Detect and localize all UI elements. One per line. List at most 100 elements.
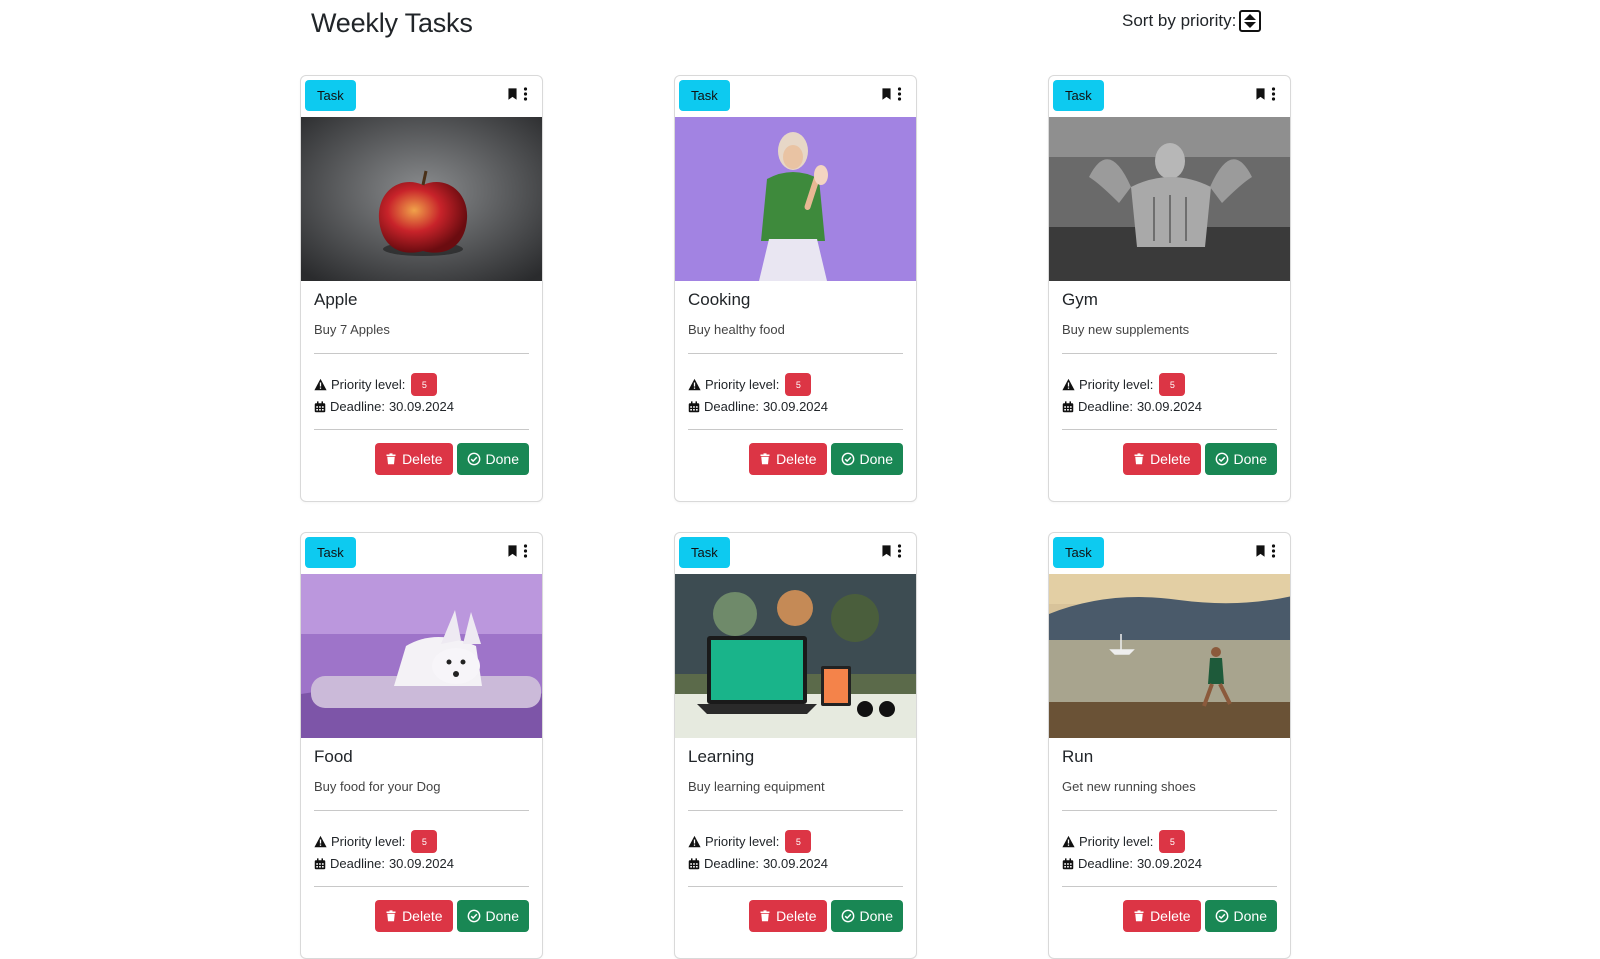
task-description: Buy healthy food [688, 322, 785, 337]
done-button[interactable]: Done [456, 443, 529, 475]
bookmark-icon[interactable] [1254, 86, 1267, 102]
task-card: Task Run Get new running shoes Priority … [1048, 532, 1291, 959]
divider [1062, 886, 1277, 887]
task-title: Gym [1062, 290, 1098, 309]
task-image [1049, 117, 1290, 281]
task-type-badge: Task [679, 80, 730, 111]
trash-icon [385, 909, 397, 923]
priority-badge[interactable]: 5 [1159, 373, 1186, 396]
calendar-icon [1062, 401, 1074, 413]
deadline-value: 30.09.2024 [388, 399, 455, 414]
delete-button[interactable]: Delete [1123, 443, 1201, 475]
task-card: Task Gym Buy new supplements Priority le… [1048, 75, 1291, 502]
deadline-value: 30.09.2024 [762, 856, 829, 871]
trash-icon [759, 909, 771, 923]
done-button[interactable]: Done [830, 900, 903, 932]
task-title: Learning [688, 747, 755, 766]
task-card: Task Learning Buy learning equipment Pri… [674, 532, 917, 959]
calendar-icon [688, 401, 700, 413]
divider [1062, 429, 1277, 430]
calendar-icon [314, 858, 326, 870]
priority-row: Priority level: 5 [1062, 373, 1186, 396]
task-title: Run [1062, 747, 1094, 766]
calendar-icon [314, 401, 326, 413]
priority-badge[interactable]: 5 [411, 373, 438, 396]
deadline-row: Deadline: 30.09.2024 [688, 399, 828, 414]
deadline-row: Deadline: 30.09.2024 [688, 856, 828, 871]
done-button[interactable]: Done [1204, 443, 1277, 475]
more-options-icon[interactable] [897, 86, 902, 102]
deadline-value: 30.09.2024 [388, 856, 455, 871]
priority-badge[interactable]: 5 [1159, 830, 1186, 853]
task-title: Food [314, 747, 353, 766]
trash-icon [385, 452, 397, 466]
delete-button[interactable]: Delete [375, 900, 453, 932]
bookmark-icon[interactable] [880, 86, 893, 102]
deadline-label: Deadline: [330, 856, 385, 871]
warning-icon [314, 378, 327, 391]
done-button[interactable]: Done [1204, 900, 1277, 932]
more-options-icon[interactable] [1271, 543, 1276, 559]
divider [314, 429, 529, 430]
bookmark-icon[interactable] [506, 543, 519, 559]
more-options-icon[interactable] [1271, 86, 1276, 102]
done-button[interactable]: Done [830, 443, 903, 475]
priority-badge[interactable]: 5 [785, 830, 812, 853]
task-description: Buy food for your Dog [314, 779, 441, 794]
divider [688, 810, 903, 811]
divider [314, 353, 529, 354]
priority-row: Priority level: 5 [314, 830, 438, 853]
done-label: Done [485, 451, 519, 467]
calendar-icon [688, 858, 700, 870]
card-actions [1254, 86, 1276, 102]
delete-button[interactable]: Delete [1123, 900, 1201, 932]
priority-label: Priority level: [1079, 834, 1154, 849]
check-circle-icon [467, 909, 481, 923]
delete-label: Delete [776, 908, 817, 924]
check-circle-icon [841, 909, 855, 923]
priority-label: Priority level: [705, 834, 780, 849]
done-button[interactable]: Done [456, 900, 529, 932]
sort-priority-button[interactable] [1239, 10, 1262, 32]
sort-label: Sort by priority: [1122, 11, 1237, 30]
deadline-label: Deadline: [704, 856, 759, 871]
more-options-icon[interactable] [523, 543, 528, 559]
divider [1062, 353, 1277, 354]
done-label: Done [859, 451, 893, 467]
warning-icon [1062, 835, 1075, 848]
card-actions [506, 543, 528, 559]
warning-icon [688, 835, 701, 848]
sort-updown-icon [1244, 14, 1257, 28]
deadline-value: 30.09.2024 [1136, 856, 1203, 871]
task-type-badge: Task [1053, 537, 1104, 568]
deadline-row: Deadline: 30.09.2024 [1062, 856, 1202, 871]
delete-label: Delete [1150, 908, 1191, 924]
deadline-label: Deadline: [704, 399, 759, 414]
priority-row: Priority level: 5 [1062, 830, 1186, 853]
done-label: Done [1233, 908, 1267, 924]
delete-label: Delete [402, 451, 443, 467]
card-actions [880, 543, 902, 559]
divider [688, 886, 903, 887]
deadline-value: 30.09.2024 [762, 399, 829, 414]
task-type-badge: Task [679, 537, 730, 568]
check-circle-icon [841, 452, 855, 466]
priority-badge[interactable]: 5 [785, 373, 812, 396]
divider [1062, 810, 1277, 811]
delete-button[interactable]: Delete [749, 443, 827, 475]
more-options-icon[interactable] [897, 543, 902, 559]
bookmark-icon[interactable] [506, 86, 519, 102]
deadline-label: Deadline: [330, 399, 385, 414]
task-card: Task Food Buy food for your Dog Priority… [300, 532, 543, 959]
delete-button[interactable]: Delete [749, 900, 827, 932]
task-image [675, 574, 916, 738]
done-label: Done [859, 908, 893, 924]
delete-button[interactable]: Delete [375, 443, 453, 475]
priority-badge[interactable]: 5 [411, 830, 438, 853]
task-description: Buy learning equipment [688, 779, 825, 794]
task-description: Buy 7 Apples [314, 322, 390, 337]
more-options-icon[interactable] [523, 86, 528, 102]
bookmark-icon[interactable] [1254, 543, 1267, 559]
bookmark-icon[interactable] [880, 543, 893, 559]
priority-label: Priority level: [331, 377, 406, 392]
